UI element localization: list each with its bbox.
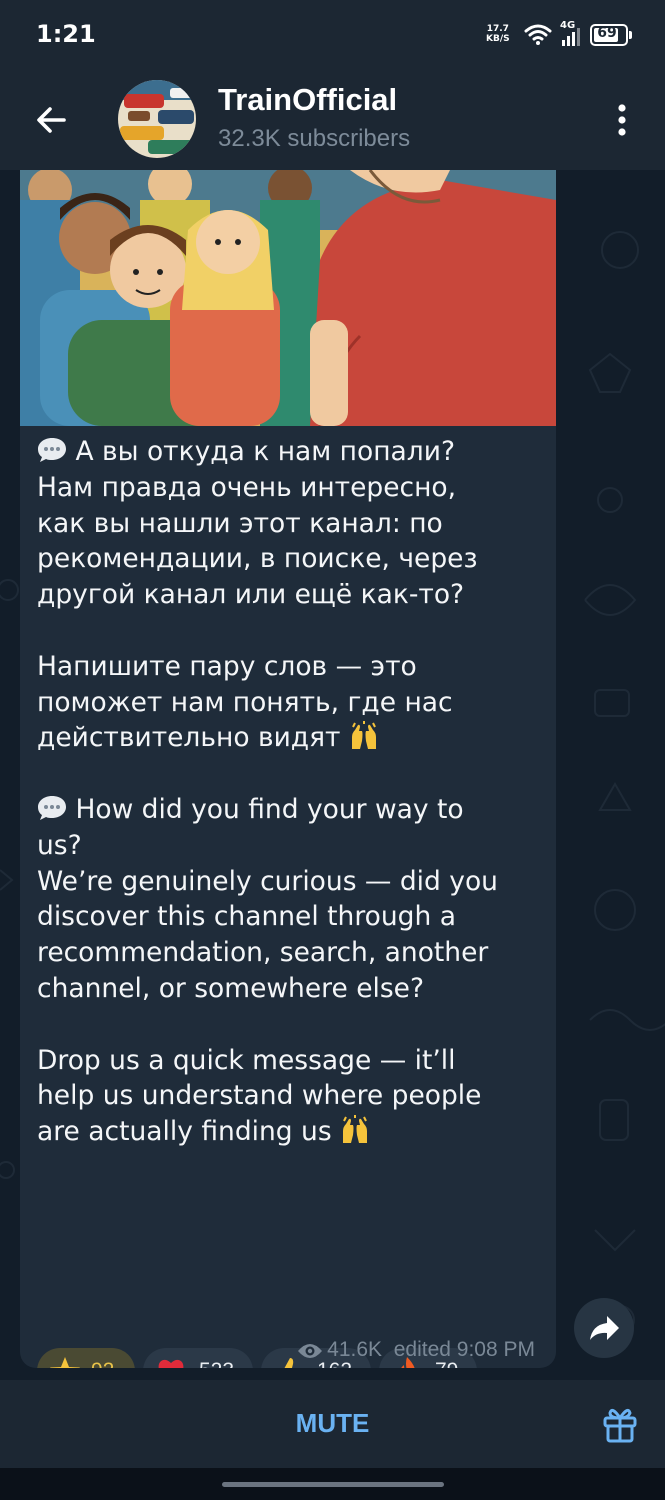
eye-icon bbox=[298, 1344, 323, 1358]
arrow-left-icon[interactable] bbox=[30, 98, 74, 142]
subscriber-count: 32.3K subscribers bbox=[218, 125, 411, 152]
channel-title[interactable]: TrainOfficial bbox=[218, 82, 397, 118]
bottom-bar: MUTE bbox=[0, 1380, 665, 1468]
post-line: Напишите пару слов — это bbox=[37, 649, 549, 685]
post-line-text: help us understand where people bbox=[37, 1080, 482, 1112]
post-line-text: Напишите пару слов — это bbox=[37, 650, 417, 682]
reaction-star[interactable]: 92 bbox=[37, 1348, 135, 1368]
post-paragraph: How did you find your way to us? We’re gen… bbox=[37, 792, 549, 1007]
home-indicator[interactable] bbox=[222, 1482, 444, 1487]
reaction-heart[interactable]: 523 bbox=[143, 1348, 253, 1368]
raising-hands-icon bbox=[340, 1115, 370, 1145]
reaction-count: 523 bbox=[199, 1359, 234, 1368]
speech-bubble-icon bbox=[37, 435, 67, 465]
post-line-text: us? bbox=[37, 829, 82, 861]
post-line: как вы нашли этот канал: по bbox=[37, 506, 549, 542]
gift-icon[interactable] bbox=[600, 1404, 640, 1444]
post-paragraph: А вы откуда к нам попали? Нам правда очен… bbox=[37, 434, 549, 613]
post-line-text: channel, or somewhere else? bbox=[37, 972, 425, 1004]
post-line: We’re genuinely curious — did you bbox=[37, 864, 549, 900]
post-text: А вы откуда к нам попали? Нам правда очен… bbox=[37, 434, 549, 1186]
post-line-text: другой канал или ещё как-то? bbox=[37, 579, 465, 611]
post-line: рекомендации, в поиске, через bbox=[37, 541, 549, 577]
post-image[interactable] bbox=[20, 170, 556, 426]
reaction-count: 92 bbox=[91, 1359, 114, 1368]
wifi-icon bbox=[524, 24, 552, 45]
post-line: help us understand where people bbox=[37, 1078, 549, 1114]
more-vertical-icon[interactable] bbox=[610, 98, 634, 142]
channel-avatar[interactable] bbox=[118, 80, 196, 158]
post-line-text: recommendation, search, another bbox=[37, 937, 489, 969]
edited-time: edited 9:08 PM bbox=[393, 1338, 535, 1361]
net-speed-value: 17.7 bbox=[486, 24, 509, 34]
post-line-text: рекомендации, в поиске, через bbox=[37, 543, 478, 575]
post-line-text: Drop us a quick message — it’ll bbox=[37, 1044, 456, 1076]
channel-post[interactable]: А вы откуда к нам попали? Нам правда очен… bbox=[20, 170, 556, 1368]
post-line-text: We’re genuinely curious — did you bbox=[37, 865, 498, 897]
post-line: другой канал или ещё как-то? bbox=[37, 577, 549, 613]
heart-icon bbox=[158, 1359, 184, 1368]
post-line: How did you find your way to bbox=[37, 792, 549, 828]
battery-level: 69 bbox=[597, 25, 617, 41]
post-line: us? bbox=[37, 828, 549, 864]
post-paragraph: Drop us a quick message — it’ll help us u… bbox=[37, 1043, 549, 1150]
post-line: recommendation, search, another bbox=[37, 935, 549, 971]
view-count: 41.6K bbox=[327, 1338, 383, 1361]
post-line-text: discover this channel through a bbox=[37, 901, 456, 933]
post-line-text: А вы откуда к нам попали? bbox=[75, 436, 456, 467]
channel-header: TrainOfficial 32.3K subscribers bbox=[0, 70, 665, 170]
battery-icon: 69 bbox=[590, 24, 632, 46]
post-line-text: How did you find your way to bbox=[75, 793, 464, 825]
mute-button[interactable]: MUTE bbox=[0, 1408, 665, 1439]
post-meta: 41.6K edited 9:08 PM bbox=[297, 1338, 535, 1362]
post-line-text: Нам правда очень интересно, bbox=[37, 471, 457, 503]
status-time: 1:21 bbox=[36, 20, 96, 48]
status-bar: 1:21 17.7 KB/S 4G 69 bbox=[0, 0, 665, 70]
share-arrow-icon bbox=[590, 1316, 619, 1340]
post-line: Drop us a quick message — it’ll bbox=[37, 1043, 549, 1079]
post-line: Нам правда очень интересно, bbox=[37, 470, 549, 506]
post-line-text: действительно видят bbox=[37, 722, 341, 754]
post-line: поможет нам понять, где нас bbox=[37, 685, 549, 721]
star-icon bbox=[50, 1357, 80, 1368]
post-line: channel, or somewhere else? bbox=[37, 971, 549, 1007]
system-nav-bar bbox=[0, 1468, 665, 1500]
speech-bubble-icon bbox=[37, 793, 67, 823]
post-paragraph: Напишите пару слов — это поможет нам поня… bbox=[37, 649, 549, 756]
post-line: discover this channel through a bbox=[37, 899, 549, 935]
net-speed: 17.7 KB/S bbox=[486, 24, 510, 44]
post-line: А вы откуда к нам попали? bbox=[37, 434, 549, 470]
post-line-text: are actually finding us bbox=[37, 1116, 332, 1148]
raising-hands-icon bbox=[349, 721, 379, 751]
post-line: are actually finding us bbox=[37, 1114, 549, 1150]
post-line-text: как вы нашли этот канал: по bbox=[37, 507, 443, 539]
post-line-text: поможет нам понять, где нас bbox=[37, 686, 453, 718]
share-button[interactable] bbox=[574, 1298, 634, 1358]
post-line: действительно видят bbox=[37, 720, 549, 756]
net-speed-unit: KB/S bbox=[486, 34, 510, 44]
